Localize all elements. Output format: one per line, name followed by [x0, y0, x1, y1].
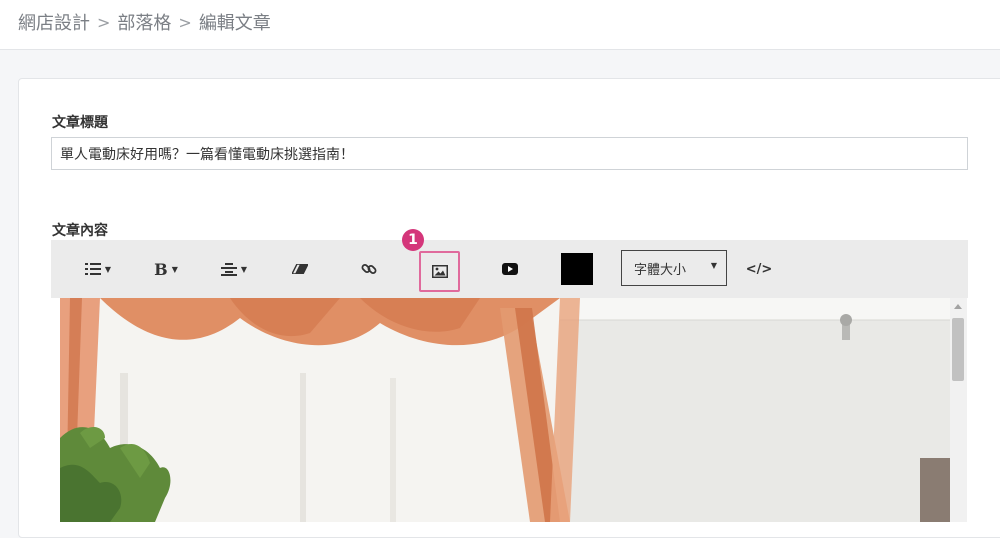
code-icon: </> [745, 261, 773, 277]
unordered-list-icon [84, 263, 101, 275]
chevron-down-icon: ▼ [240, 264, 248, 274]
breadcrumb-separator: > [97, 12, 111, 32]
breadcrumb-item-store-design[interactable]: 網店設計 [18, 9, 90, 35]
content-label: 文章內容 [52, 223, 108, 239]
align-button[interactable]: ▼ [217, 240, 251, 298]
bold-button[interactable]: B ▼ [149, 240, 183, 298]
editor-toolbar: ▼ B ▼ ▼ 字體大小 ▼ </> [51, 240, 968, 298]
chevron-down-icon: ▼ [104, 264, 112, 274]
breadcrumb: 網店設計 > 部落格 > 編輯文章 [18, 9, 271, 35]
align-center-icon [220, 262, 237, 276]
bold-icon: B [154, 259, 168, 279]
font-size-label: 字體大小 [634, 262, 687, 278]
chevron-down-icon: ▼ [710, 261, 717, 270]
title-label: 文章標題 [52, 115, 108, 131]
link-button[interactable] [356, 240, 382, 298]
scrollbar-thumb[interactable] [952, 318, 964, 381]
font-size-dropdown[interactable]: 字體大小 ▼ [621, 250, 727, 286]
eraser-icon [292, 264, 308, 274]
editor-content-area[interactable] [60, 298, 950, 522]
youtube-icon [502, 263, 518, 275]
top-header: 網店設計 > 部落格 > 編輯文章 [0, 0, 1000, 50]
clear-format-button[interactable] [287, 240, 313, 298]
title-input[interactable] [51, 137, 968, 170]
scroll-up-icon[interactable] [954, 304, 962, 309]
breadcrumb-separator: > [178, 12, 192, 32]
insert-video-button[interactable] [497, 240, 523, 298]
chevron-down-icon: ▼ [171, 264, 178, 274]
image-icon [431, 265, 448, 278]
breadcrumb-item-edit-article: 編輯文章 [198, 13, 271, 34]
text-color-swatch[interactable] [561, 253, 593, 285]
list-button[interactable]: ▼ [81, 240, 115, 298]
link-icon [361, 264, 377, 274]
editor-scrollbar[interactable] [950, 298, 967, 522]
insert-image-button[interactable] [419, 251, 460, 292]
bedroom-photo [60, 298, 950, 522]
code-view-button[interactable]: </> [743, 240, 775, 298]
step-badge: 1 [402, 229, 424, 251]
breadcrumb-item-blog[interactable]: 部落格 [117, 9, 171, 35]
